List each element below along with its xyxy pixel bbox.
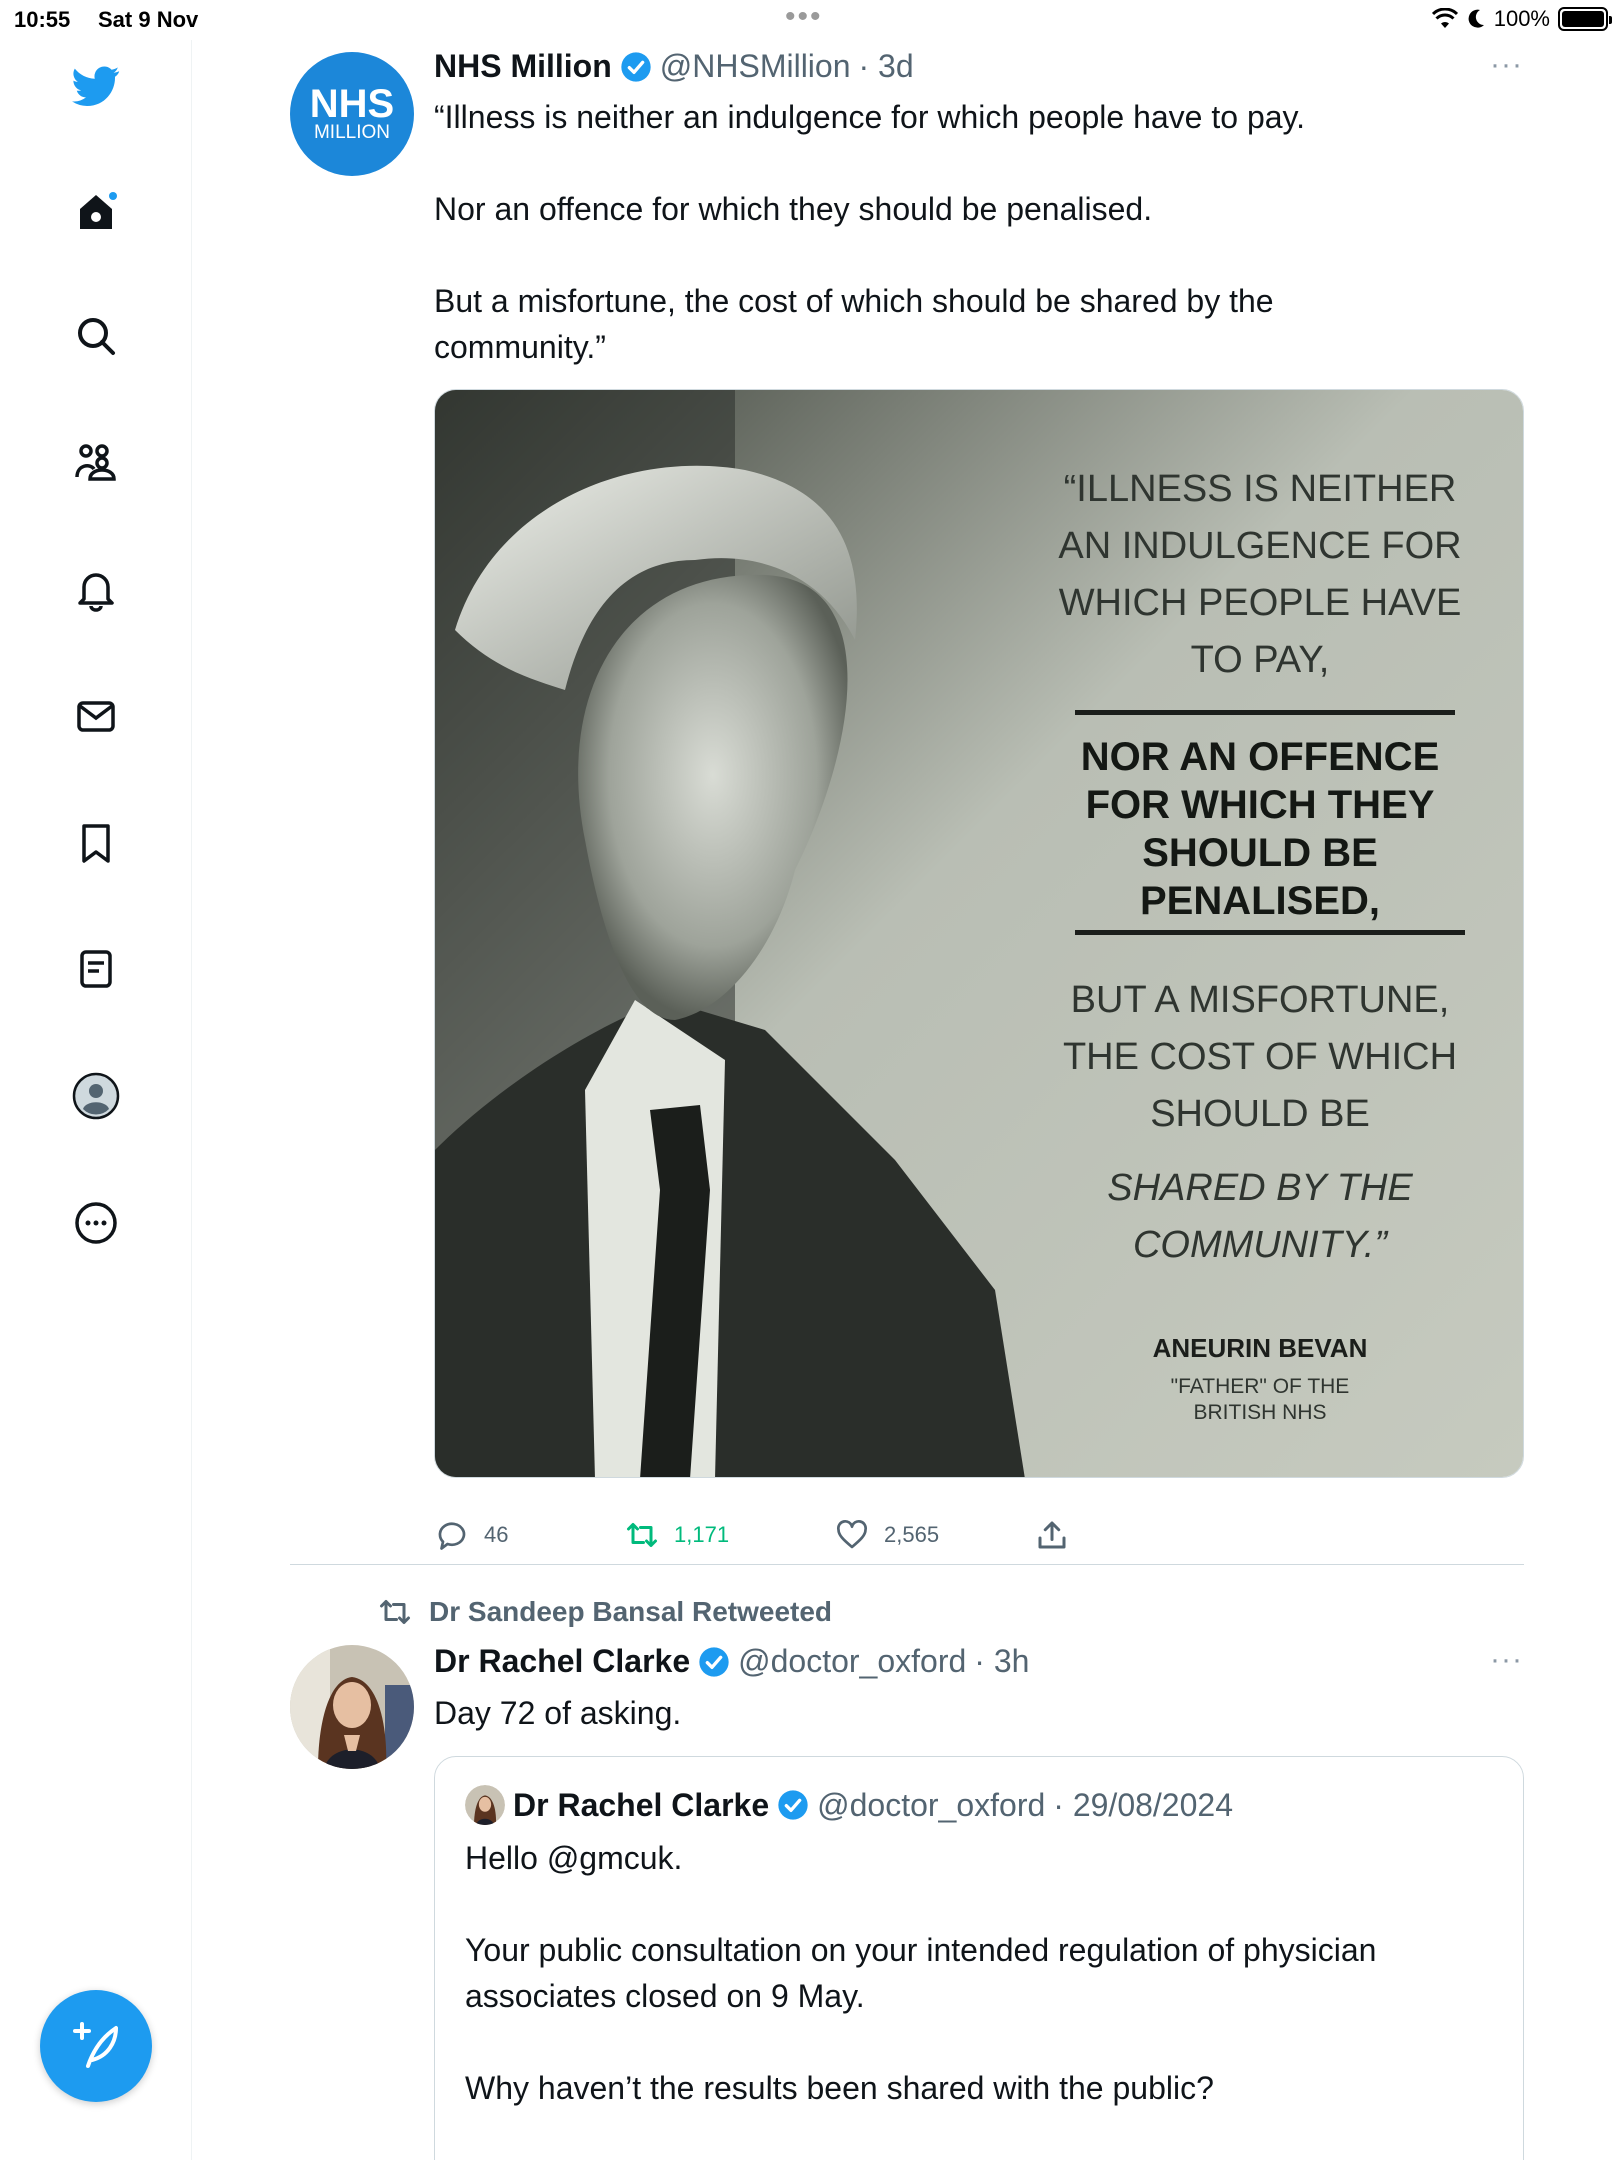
avatar-nhs-million[interactable]: NHS MILLION — [290, 52, 414, 176]
retweet-icon — [380, 1600, 410, 1624]
quoted-author-handle: @doctor_oxford — [817, 1786, 1046, 1823]
image-author-subtitle: BRITISH NHS — [1193, 1401, 1326, 1424]
image-quote-line: “ILLNESS IS NEITHER — [1064, 468, 1457, 510]
retweet-icon — [627, 1523, 657, 1547]
tweet-more-icon[interactable]: ··· — [1490, 48, 1523, 82]
reply-icon — [438, 1522, 466, 1550]
image-quote-italic-line: COMMUNITY.” — [1133, 1224, 1389, 1266]
bevan-portrait-image: “ILLNESS IS NEITHER AN INDULGENCE FOR WH… — [435, 390, 1523, 1477]
tweet-text-paragraph: Nor an offence for which they should be … — [434, 191, 1153, 227]
quoted-tweet-body: Hello @gmcuk. Your public consultation o… — [465, 1835, 1475, 2111]
sidebar — [0, 40, 192, 2160]
lists-icon[interactable] — [70, 943, 122, 995]
profile-icon[interactable] — [70, 1070, 122, 1122]
status-date: Sat 9 Nov — [98, 7, 199, 32]
battery-percent: 100% — [1493, 6, 1550, 31]
image-quote-line: AN INDULGENCE FOR — [1058, 525, 1461, 567]
share-icon — [1038, 1521, 1066, 1549]
avatar-rachel-clarke[interactable] — [290, 1645, 414, 1769]
tweet-text-paragraph: But a misfortune, the cost of which shou… — [434, 283, 1274, 365]
image-quote-bold-line: FOR WHICH THEY — [1086, 783, 1435, 827]
status-right: 100% — [1431, 6, 1612, 32]
author-name[interactable]: NHS Million — [434, 48, 612, 85]
avatar-text-line1: NHS — [309, 82, 395, 126]
like-button[interactable]: 2,565 — [834, 1517, 939, 1553]
verified-badge-icon — [621, 51, 651, 82]
timeline: NHS MILLION NHS Million @NHSMillion · 3d… — [193, 40, 1620, 2160]
author-handle[interactable]: @NHSMillion — [660, 48, 851, 85]
quoted-text-paragraph: Why haven’t the results been shared with… — [465, 2070, 1214, 2106]
tweet-time[interactable]: · 3h — [974, 1643, 1029, 1680]
heart-icon — [837, 1520, 867, 1549]
compose-tweet-button[interactable] — [40, 1990, 152, 2102]
multitasking-dots-icon[interactable]: ••• — [785, 0, 823, 34]
avatar-text-line2: MILLION — [313, 122, 391, 143]
tweet-text-paragraph: “Illness is neither an indulgence for wh… — [434, 99, 1306, 135]
reply-count: 46 — [484, 1522, 509, 1547]
battery-icon — [1558, 7, 1612, 31]
image-quote-line: SHOULD BE — [1150, 1093, 1370, 1135]
image-quote-line: TO PAY, — [1191, 639, 1330, 681]
quoted-tweet[interactable]: Dr Rachel Clarke @doctor_oxford · 29/08/… — [434, 1756, 1524, 2160]
home-icon[interactable] — [70, 185, 122, 237]
status-time: 10:55 — [14, 7, 71, 32]
retweeted-by-text: Dr Sandeep Bansal Retweeted — [429, 1596, 833, 1627]
verified-badge-icon — [778, 1790, 808, 1820]
image-quote-line: THE COST OF WHICH — [1063, 1036, 1457, 1078]
retweet-button[interactable]: 1,171 — [624, 1517, 729, 1553]
verified-badge-icon — [699, 1646, 729, 1677]
quoted-text-paragraph: Your public consultation on your intende… — [465, 1932, 1377, 2014]
messages-icon[interactable] — [70, 690, 122, 742]
wifi-icon — [1431, 8, 1458, 28]
tweet-divider — [290, 1564, 1524, 1565]
tweet-header: Dr Rachel Clarke @doctor_oxford · 3h — [434, 1643, 1029, 1680]
image-quote-bold-line: SHOULD BE — [1142, 831, 1378, 875]
retweet-count: 1,171 — [674, 1522, 730, 1547]
image-author-name: ANEURIN BEVAN — [1153, 1333, 1368, 1363]
tweet-image[interactable]: “ILLNESS IS NEITHER AN INDULGENCE FOR WH… — [434, 389, 1524, 1478]
notifications-icon[interactable] — [70, 563, 122, 615]
image-quote-line: BUT A MISFORTUNE, — [1071, 979, 1450, 1021]
tweet-actions: 46 1,171 2,565 — [434, 1517, 1524, 1557]
quoted-text-paragraph: Hello @gmcuk. — [465, 1840, 683, 1876]
share-button[interactable] — [1034, 1517, 1070, 1553]
tweet-more-icon[interactable]: ··· — [1490, 1643, 1523, 1677]
like-count: 2,565 — [884, 1522, 940, 1547]
bookmarks-icon[interactable] — [70, 817, 122, 869]
author-name[interactable]: Dr Rachel Clarke — [434, 1643, 690, 1680]
compose-icon — [73, 2022, 118, 2068]
retweeted-by-line[interactable]: Dr Sandeep Bansal Retweeted — [377, 1594, 832, 1630]
moon-icon — [1468, 9, 1484, 28]
quoted-tweet-header: Dr Rachel Clarke @doctor_oxford · 29/08/… — [465, 1785, 1233, 1825]
tweet-header: NHS Million @NHSMillion · 3d — [434, 48, 914, 85]
communities-icon[interactable] — [70, 437, 122, 489]
avatar-photo — [290, 1645, 414, 1769]
image-author-subtitle: "FATHER" OF THE — [1171, 1375, 1350, 1398]
image-quote-bold-line: NOR AN OFFENCE — [1081, 735, 1440, 779]
image-quote-bold-line: PENALISED, — [1140, 879, 1380, 923]
image-quote-italic-line: SHARED BY THE — [1107, 1167, 1413, 1209]
tweet-time[interactable]: · 3d — [859, 48, 914, 85]
tweet-body: “Illness is neither an indulgence for wh… — [434, 94, 1534, 370]
tweet-body: Day 72 of asking. — [434, 1695, 682, 1731]
twitter-logo-icon[interactable] — [70, 60, 122, 112]
reply-button[interactable]: 46 — [434, 1517, 508, 1553]
more-icon[interactable] — [70, 1197, 122, 1249]
image-quote-line: WHICH PEOPLE HAVE — [1059, 582, 1462, 624]
author-handle[interactable]: @doctor_oxford — [738, 1643, 966, 1680]
status-bar: 10:55 Sat 9 Nov ••• 100% — [0, 0, 1620, 40]
quoted-tweet-time: · 29/08/2024 — [1053, 1786, 1233, 1823]
quoted-author-name: Dr Rachel Clarke — [513, 1786, 770, 1823]
search-icon[interactable] — [70, 310, 122, 362]
quoted-avatar — [465, 1785, 505, 1825]
